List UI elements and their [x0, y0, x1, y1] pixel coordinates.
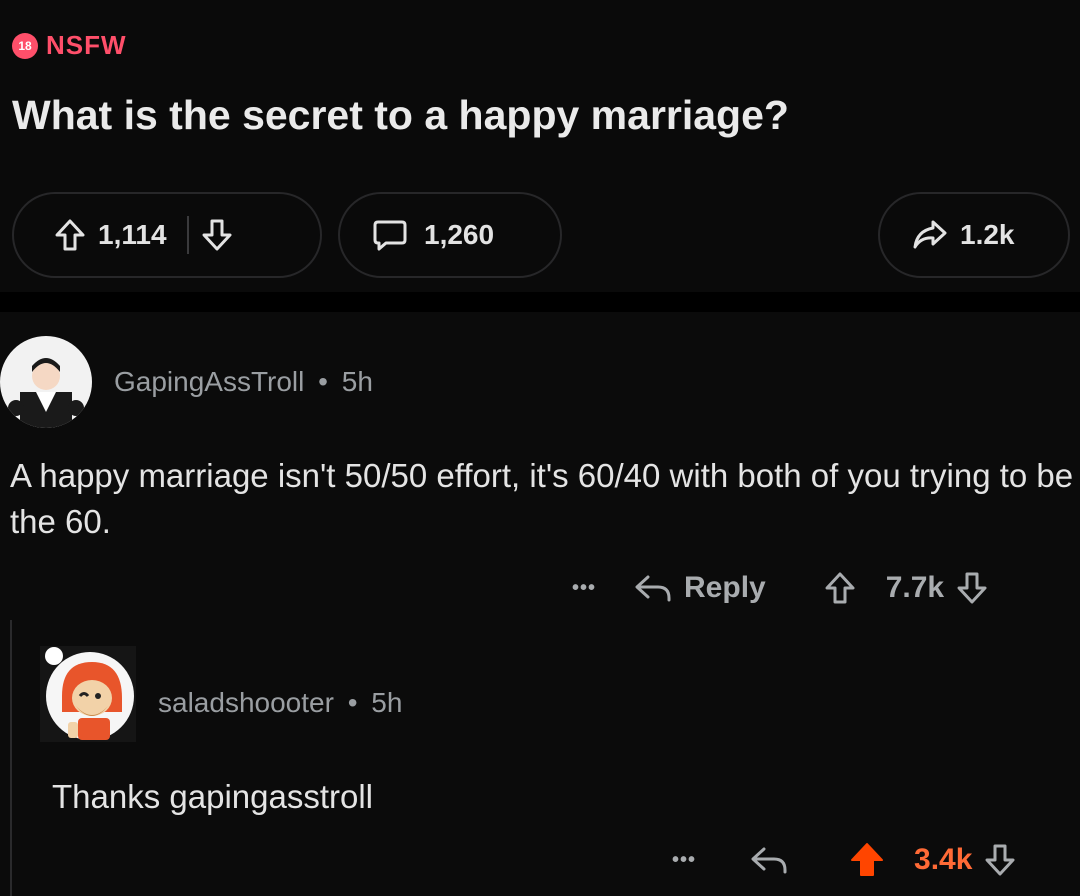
comment-score: 3.4k [914, 843, 973, 876]
nsfw-label: NSFW [46, 30, 127, 60]
meta-separator: • [347, 687, 358, 718]
comments-button[interactable]: 1,260 [338, 192, 562, 278]
post: 18 NSFW What is the secret to a happy ma… [0, 0, 1080, 292]
upvote-icon[interactable] [54, 218, 86, 252]
nsfw-badge-icon: 18 [12, 32, 38, 59]
upvote-icon[interactable] [850, 842, 884, 878]
comment-body: Thanks gapingasstroll [52, 778, 374, 815]
meta-separator: • [318, 366, 328, 397]
comment-actions: ••• Reply 7.7k [572, 566, 988, 610]
post-score: 1,114 [98, 219, 167, 250]
share-button[interactable]: 1.2k [878, 192, 1070, 278]
thread-line[interactable] [10, 620, 12, 896]
comment-username[interactable]: GapingAssTroll [114, 366, 304, 397]
comment-meta: saladshoooter • 5h [158, 687, 402, 719]
downvote-icon[interactable] [984, 843, 1016, 877]
reply-icon[interactable] [632, 573, 674, 603]
comment-time: 5h [341, 366, 373, 397]
comment-body: A happy marriage isn't 50/50 effort, it'… [10, 457, 1074, 540]
reply-icon[interactable] [748, 845, 790, 875]
reply-button[interactable]: Reply [684, 571, 766, 605]
comment-icon [372, 218, 408, 252]
vote-separator [186, 216, 189, 254]
comment-score: 7.7k [885, 571, 945, 604]
downvote-icon[interactable] [201, 218, 233, 252]
comment-count: 1,260 [424, 219, 495, 250]
comment-actions: ••• 3.4k [672, 838, 1016, 882]
downvote-icon[interactable] [956, 571, 988, 605]
comment-meta: GapingAssTroll • 5h [114, 366, 373, 398]
avatar[interactable] [0, 336, 92, 428]
more-options-button[interactable]: ••• [672, 849, 696, 872]
nsfw-tag: 18 NSFW [12, 30, 127, 61]
upvote-icon[interactable] [824, 571, 856, 605]
comment-username[interactable]: saladshoooter [158, 687, 334, 718]
more-options-button[interactable]: ••• [572, 577, 596, 600]
section-divider [0, 292, 1080, 312]
vote-pill: 1,114 [12, 192, 322, 278]
avatar[interactable] [40, 646, 136, 742]
share-icon [912, 219, 948, 251]
share-count: 1.2k [960, 219, 1015, 250]
post-title[interactable]: What is the secret to a happy marriage? [12, 92, 789, 139]
comment-time: 5h [371, 687, 403, 718]
